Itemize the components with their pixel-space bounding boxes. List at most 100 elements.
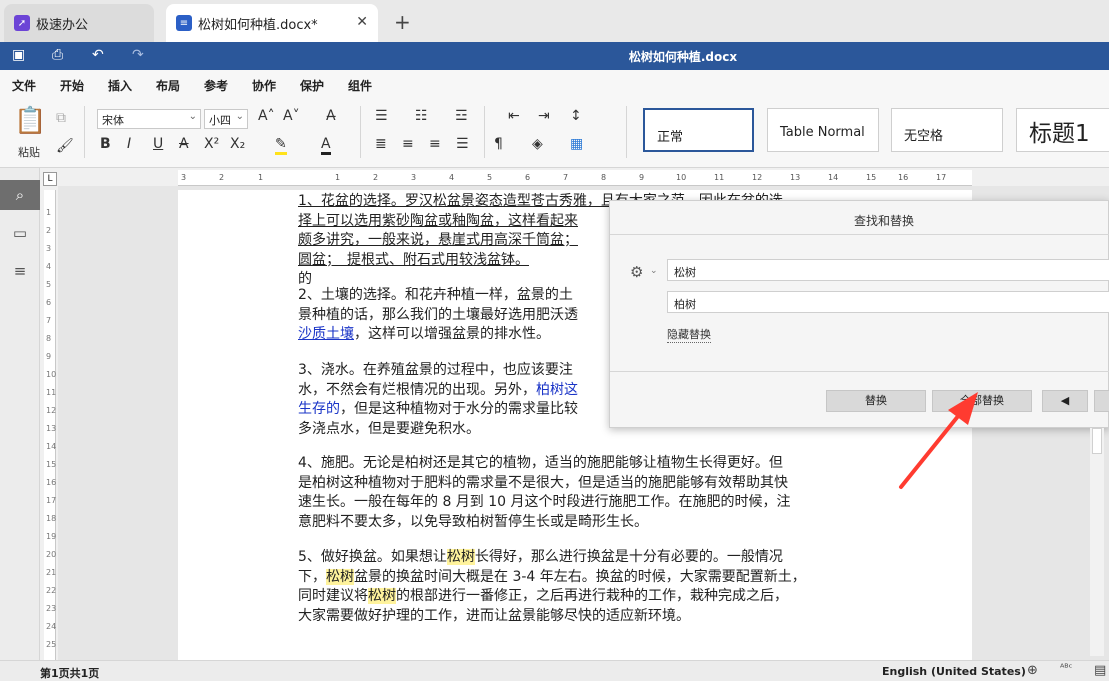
align-right-icon[interactable]: ≡ (429, 136, 441, 152)
menu-home[interactable]: 开始 (60, 77, 85, 101)
menu-bar: 文件 开始 插入 布局 参考 协作 保护 组件 (0, 70, 1109, 101)
text-run: ，这样可以增强盆景的排水性。 (354, 326, 550, 342)
font-size-select[interactable]: 小四 ⌄ (204, 109, 248, 129)
menu-references[interactable]: 参考 (204, 77, 228, 94)
tab-stop-selector[interactable]: L (43, 172, 57, 186)
track-changes-icon[interactable]: ▤ (1094, 663, 1106, 678)
ruler-tick: 2 (219, 173, 225, 182)
status-bar: 第1页共1页 English (United States) ⊕ ᴬᴮᶜ ▤ (0, 660, 1109, 681)
ruler-tick: 24 (46, 622, 57, 631)
menu-protect[interactable]: 保护 (300, 77, 324, 94)
font-color-icon[interactable]: A (321, 136, 331, 155)
line-spacing-icon[interactable]: ↕ (570, 108, 582, 124)
hide-replace-link[interactable]: 隐藏替换 (667, 326, 711, 343)
clear-format-icon[interactable]: A̶ (326, 108, 336, 124)
ruler-tick: 4 (46, 262, 52, 271)
paste-label[interactable]: 粘贴 (18, 144, 40, 160)
bold-icon[interactable]: B (100, 136, 111, 152)
font-family-select[interactable]: 宋体 ⌄ (97, 109, 201, 129)
gear-icon[interactable]: ⚙ (630, 263, 643, 281)
menu-collaborate[interactable]: 协作 (252, 77, 276, 94)
ruler-tick: 10 (46, 370, 57, 379)
ruler-tick: 4 (449, 173, 455, 182)
tab-document[interactable]: ≡ 松树如何种植.docx* ✕ (166, 4, 378, 42)
strikethrough-icon[interactable]: A (179, 136, 189, 152)
left-sidebar: ⌕ ▭ ≡ (0, 168, 40, 660)
language-selector[interactable]: English (United States) (882, 665, 1026, 678)
document-icon: ≡ (176, 15, 192, 31)
vertical-scrollbar[interactable] (1090, 428, 1104, 656)
highlight-icon[interactable]: ✎ (275, 136, 287, 155)
document-title: 松树如何种植.docx (628, 50, 738, 64)
comment-icon[interactable]: ▭ (0, 218, 40, 248)
text-run: 同时建议将 (298, 588, 368, 604)
multilevel-list-icon[interactable]: ☲ (455, 108, 468, 124)
replace-input[interactable]: 柏树 (667, 291, 1109, 313)
align-left-icon[interactable]: ≣ (375, 136, 387, 152)
text-run: 盆景的换盆时间大概是在 3-4 年左右。换盆的时候，大家需要配置新土， (354, 568, 806, 585)
paste-icon[interactable]: 📋 (14, 106, 46, 136)
increase-font-icon[interactable]: A˄ (258, 108, 275, 124)
ruler-tick: 6 (46, 298, 52, 307)
style-normal[interactable]: 正常 (643, 108, 754, 152)
underline-icon[interactable]: U (153, 136, 163, 152)
decrease-indent-icon[interactable]: ⇤ (508, 108, 520, 124)
search-icon[interactable]: ⌕ (0, 180, 40, 210)
navigation-icon[interactable]: ≡ (0, 256, 40, 286)
tab-app-home[interactable]: ➚ 极速办公 (4, 4, 154, 42)
number-list-icon[interactable]: ☷ (415, 108, 428, 124)
blue-text: 沙质土壤 (298, 326, 354, 342)
decrease-font-icon[interactable]: A˅ (283, 108, 300, 124)
ruler-tick: 2 (373, 173, 379, 182)
menu-insert[interactable]: 插入 (108, 77, 132, 94)
title-bar: ▣ ⎙ ↶ ↷ 松树如何种植.docx (0, 42, 1109, 70)
subscript-icon[interactable]: X₂ (230, 136, 245, 152)
paragraph-5[interactable]: 5、做好换盆。如果想让松树长得好，那么进行换盆是十分有必要的。一般情况 下，松树… (298, 548, 853, 626)
paragraph-mark-icon[interactable]: ¶ (494, 136, 503, 152)
menu-file[interactable]: 文件 (12, 77, 36, 94)
scrollbar-thumb[interactable] (1092, 428, 1102, 454)
ruler-tick: 16 (46, 478, 57, 487)
font-size-value: 小四 (209, 114, 231, 127)
align-center-icon[interactable]: ≡ (402, 136, 414, 152)
divider (84, 106, 85, 158)
ruler-tick: 11 (46, 388, 57, 397)
next-button[interactable] (1094, 390, 1109, 412)
justify-icon[interactable]: ☰ (456, 136, 469, 152)
shading-icon[interactable]: ◈ (532, 136, 543, 152)
italic-icon[interactable]: I (127, 136, 131, 152)
find-input[interactable]: 松树 (667, 259, 1109, 281)
spellcheck-icon[interactable]: ᴬᴮᶜ (1060, 663, 1072, 674)
menu-layout[interactable]: 布局 (156, 77, 180, 94)
superscript-icon[interactable]: X² (204, 136, 219, 152)
globe-icon[interactable]: ⊕ (1027, 663, 1038, 678)
new-tab-button[interactable]: + (394, 10, 411, 34)
borders-icon[interactable]: ▦ (570, 136, 583, 152)
copy-icon[interactable]: ⧉ (56, 110, 66, 126)
ruler-tick: 23 (46, 604, 57, 613)
text-line: 4、施肥。无论是柏树还是其它的植物，适当的施肥能够让植物生长得更好。但 (298, 455, 783, 471)
close-icon[interactable]: ✕ (356, 14, 368, 30)
style-table-normal[interactable]: Table Normal (767, 108, 879, 152)
previous-button[interactable]: ◀ (1042, 390, 1088, 412)
tab-bar: ➚ 极速办公 ≡ 松树如何种植.docx* ✕ + (0, 0, 1109, 42)
menu-plugins[interactable]: 组件 (348, 77, 372, 94)
ruler-tick: 13 (46, 424, 57, 433)
vertical-ruler[interactable]: 1 2 3 4 5 6 7 8 9 10 11 12 13 14 15 16 1… (44, 190, 56, 660)
ruler-tick: 3 (181, 173, 187, 182)
paragraph-4[interactable]: 4、施肥。无论是柏树还是其它的植物，适当的施肥能够让植物生长得更好。但 是柏树这… (298, 454, 853, 532)
horizontal-ruler[interactable]: 3 2 1 1 2 3 4 5 6 7 8 9 10 11 12 13 14 1… (178, 170, 972, 186)
replace-button[interactable]: 替换 (826, 390, 926, 412)
ruler-tick: 14 (46, 442, 57, 451)
bullet-list-icon[interactable]: ☰ (375, 108, 388, 124)
replace-all-button[interactable]: 全部替换 (932, 390, 1032, 412)
format-painter-icon[interactable]: 🖌 (56, 138, 74, 154)
increase-indent-icon[interactable]: ⇥ (538, 108, 550, 124)
app-window: ➚ 极速办公 ≡ 松树如何种植.docx* ✕ + ▣ ⎙ ↶ ↷ 松树如何种植… (0, 0, 1109, 681)
ruler-tick: 19 (46, 532, 57, 541)
text-line: 同时建议将松树的根部进行一番修正，之后再进行栽种的工作，栽种完成之后， (298, 587, 853, 607)
chevron-down-icon[interactable]: ⌄ (650, 266, 658, 276)
style-no-spacing[interactable]: 无空格 (891, 108, 1003, 152)
ruler-tick: 13 (790, 173, 801, 182)
style-heading1[interactable]: 标题1 (1016, 108, 1109, 152)
